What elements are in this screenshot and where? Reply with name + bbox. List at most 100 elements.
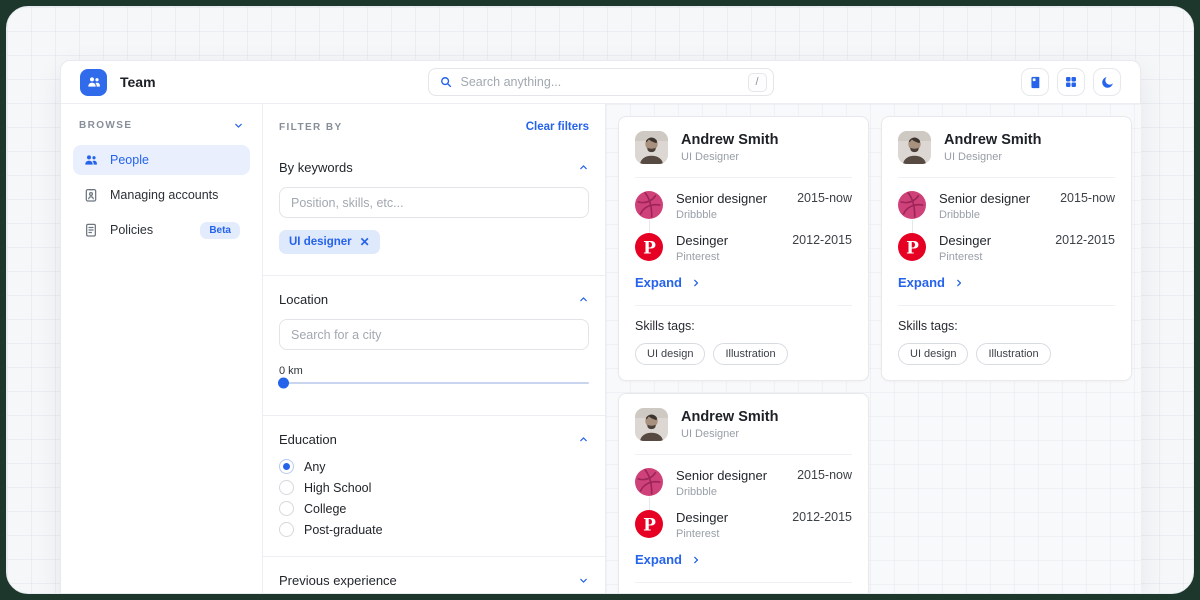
sidebar-item-policies[interactable]: Policies Beta [73,215,250,245]
svg-text:P: P [643,516,656,536]
experience-company: Dribbble [939,209,1030,221]
person-role: UI Designer [944,151,1041,163]
skill-tag[interactable]: Illustration [713,343,787,365]
experience-title: Senior designer [676,191,767,206]
app-logo [80,69,107,96]
experience-company: Pinterest [676,528,728,540]
pinterest-icon: P [635,233,663,261]
expand-label: Expand [635,275,682,290]
expand-link[interactable]: Expand [635,275,701,290]
document-icon [83,222,99,238]
distance-slider[interactable] [279,382,589,384]
person-name: Andrew Smith [944,132,1041,148]
keyword-tag[interactable]: UI designer ✕ [279,230,380,254]
radio-option-college[interactable]: College [279,501,589,516]
experience-title: Senior designer [939,191,1030,206]
person-name: Andrew Smith [681,132,778,148]
experience-row: Senior designer Dribbble 2015-now [635,191,852,221]
experience-period: 2015-now [797,191,852,205]
skill-tag[interactable]: Illustration [976,343,1050,365]
sidebar-item-label: People [110,153,149,167]
chevron-up-icon[interactable] [578,434,589,445]
book-icon [1028,75,1043,90]
sidebar-item-managing-accounts[interactable]: Managing accounts [73,180,250,210]
person-card: Andrew Smith UI Designer Senior designer… [618,116,869,381]
app-header: Team / [61,61,1140,104]
sidebar-item-people[interactable]: People [73,145,250,175]
radio-option-high-school[interactable]: High School [279,480,589,495]
radio-button[interactable] [279,501,294,516]
close-icon[interactable]: ✕ [360,235,370,249]
pinterest-icon: P [898,233,926,261]
dribbble-icon [635,191,663,219]
divider [635,305,852,306]
keywords-input[interactable] [279,187,589,218]
experience-title: Senior designer [676,468,767,483]
browse-label: BROWSE [79,120,132,131]
person-name: Andrew Smith [681,409,778,425]
radio-button[interactable] [279,522,294,537]
experience-period: 2012-2015 [792,510,852,524]
experience-company: Pinterest [676,251,728,263]
divider [263,275,605,276]
svg-text:P: P [643,239,656,259]
skill-tag[interactable]: UI design [635,343,705,365]
keyword-tag-label: UI designer [289,236,352,248]
beta-badge: Beta [200,222,240,239]
clear-filters-link[interactable]: Clear filters [526,121,589,133]
experience-row: Senior designer Dribbble 2015-now [898,191,1115,221]
experience-row: P Desinger Pinterest 2012-2015 [898,233,1115,263]
location-section-title: Location [279,292,328,307]
city-search-input[interactable] [279,319,589,350]
person-role: UI Designer [681,428,778,440]
avatar [898,131,931,164]
dribbble-icon [898,191,926,219]
radio-button[interactable] [279,480,294,495]
divider [898,305,1115,306]
apps-button[interactable] [1057,68,1085,96]
filter-by-label: FILTER BY [279,122,343,133]
search-bar[interactable]: / [428,68,774,96]
app-window: Team / [60,60,1141,594]
experience-company: Dribbble [676,486,767,498]
chevron-right-icon [691,278,701,288]
chevron-up-icon[interactable] [578,294,589,305]
skill-tag[interactable]: UI design [898,343,968,365]
id-badge-icon [83,187,99,203]
divider [898,177,1115,178]
experience-title: Desinger [676,510,728,525]
skills-label: Skills tags: [635,319,852,333]
moon-icon [1100,75,1115,90]
dark-mode-button[interactable] [1093,68,1121,96]
divider [263,415,605,416]
header-actions [1021,68,1121,96]
experience-row: P Desinger Pinterest 2012-2015 [635,233,852,263]
people-icon [86,74,102,90]
divider [635,582,852,583]
chevron-down-icon[interactable] [578,575,589,586]
search-input[interactable] [461,75,740,89]
sidebar-item-label: Policies [110,223,153,237]
education-section-title: Education [279,432,337,447]
chevron-right-icon [691,555,701,565]
experience-period: 2012-2015 [792,233,852,247]
expand-link[interactable]: Expand [898,275,964,290]
sidebar-item-label: Managing accounts [110,188,218,202]
library-button[interactable] [1021,68,1049,96]
radio-option-post-graduate[interactable]: Post-graduate [279,522,589,537]
expand-link[interactable]: Expand [635,552,701,567]
experience-company: Dribbble [676,209,767,221]
chevron-down-icon[interactable] [233,120,244,131]
slider-thumb[interactable] [278,378,289,389]
svg-text:P: P [906,239,919,259]
search-icon [439,75,453,89]
chevron-up-icon[interactable] [578,162,589,173]
sidebar: BROWSE People [61,104,263,594]
experience-title: Desinger [676,233,728,248]
radio-button[interactable] [279,459,294,474]
radio-option-any[interactable]: Any [279,459,589,474]
search-shortcut-key: / [748,73,767,92]
experience-period: 2015-now [797,468,852,482]
avatar [635,408,668,441]
experience-title: Desinger [939,233,991,248]
